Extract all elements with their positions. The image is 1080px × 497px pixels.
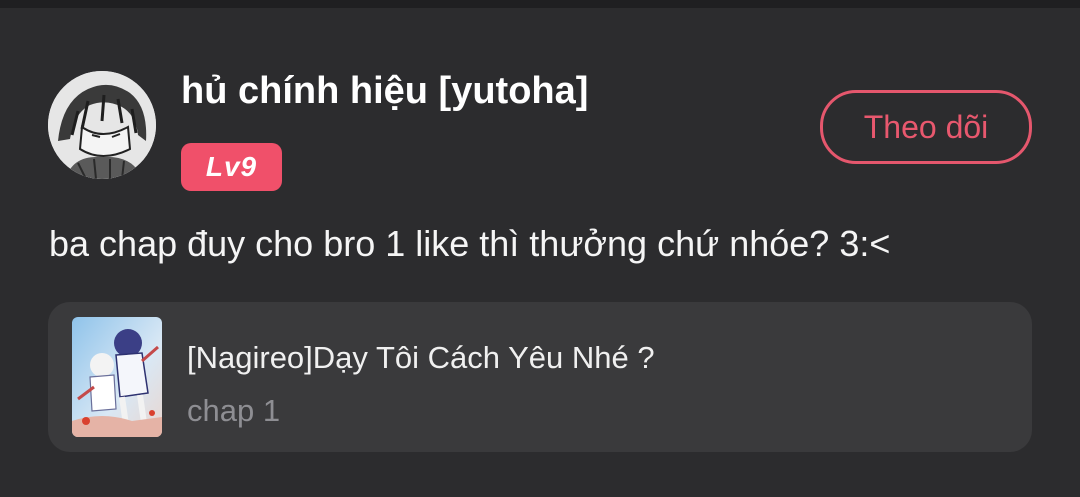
avatar-image-icon — [48, 71, 156, 179]
manga-chapter: chap 1 — [187, 393, 281, 428]
follow-button[interactable]: Theo dõi — [820, 90, 1032, 164]
follow-button-label: Theo dõi — [863, 108, 989, 145]
manga-cover-image-icon — [72, 317, 162, 437]
manga-title: [Nagireo]Dạy Tôi Cách Yêu Nhé ? — [187, 340, 655, 375]
level-badge-label: Lv9 — [205, 151, 258, 182]
manga-link-card[interactable]: [Nagireo]Dạy Tôi Cách Yêu Nhé ? chap 1 — [48, 302, 1032, 452]
top-divider — [0, 0, 1080, 8]
user-avatar[interactable] — [48, 71, 156, 179]
username[interactable]: hủ chính hiệu [yutoha] — [181, 68, 588, 114]
level-badge: Lv9 — [181, 143, 282, 191]
comment-text: ba chap đuy cho bro 1 like thì thưởng ch… — [49, 223, 891, 264]
manga-cover — [72, 317, 162, 437]
